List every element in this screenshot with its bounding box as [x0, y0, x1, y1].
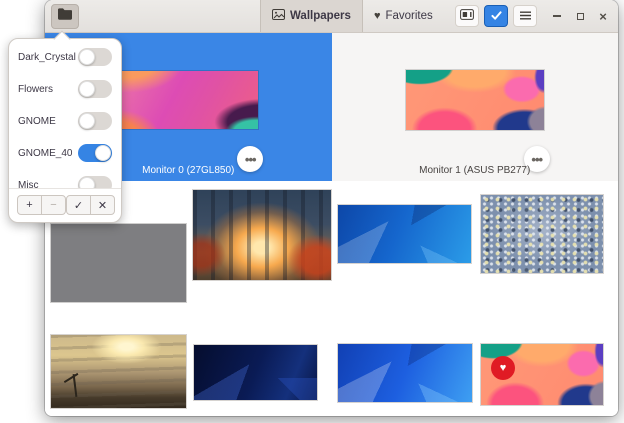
collection-label: Flowers [18, 84, 53, 95]
screenshot-stage: Wallpapers ♥ Favorites [0, 0, 624, 423]
tab-wallpapers[interactable]: Wallpapers [260, 0, 363, 32]
tab-wallpapers-label: Wallpapers [290, 10, 351, 22]
wallpaper-thumbnail-snowy-forest-aerial[interactable] [480, 194, 604, 274]
collection-label: GNOME_40 [18, 148, 72, 159]
display-icon [460, 7, 474, 25]
menu-button[interactable] [513, 5, 537, 27]
confirm-cancel-group: ✓ ✕ [66, 195, 115, 215]
collections-popover: Dark_Crystal Flowers GNOME GNOME_40 Misc [8, 38, 122, 223]
wallpaper-thumbnail-golden-sunset[interactable] [50, 334, 187, 409]
collection-toggle[interactable] [78, 176, 112, 188]
maximize-button[interactable] [574, 10, 586, 22]
collection-toggle[interactable] [78, 144, 112, 162]
monitors-row: ••• Monitor 0 (27GL850) ••• Monitor 1 (A… [45, 33, 618, 181]
close-button[interactable]: × [597, 10, 609, 22]
app-window: Wallpapers ♥ Favorites [45, 0, 618, 416]
displays-button[interactable] [455, 5, 479, 27]
collections-folder-button[interactable] [51, 4, 79, 29]
wallpaper-thumbnail-blue-geometric[interactable] [337, 204, 472, 264]
remove-collection-button[interactable]: − [41, 195, 66, 215]
wallpaper-thumbnail-autumn-forest[interactable] [192, 189, 332, 281]
confirm-button[interactable]: ✓ [66, 195, 91, 215]
monitor-1-cell[interactable]: ••• Monitor 1 (ASUS PB277) [332, 33, 619, 181]
collection-row: GNOME [18, 105, 112, 137]
close-icon: × [599, 10, 607, 23]
collection-row: Misc [18, 169, 112, 188]
add-remove-group: + − [17, 195, 66, 215]
view-switcher: Wallpapers ♥ Favorites [260, 0, 444, 32]
headerbar-actions: × [455, 5, 618, 27]
collection-toggle[interactable] [78, 48, 112, 66]
collection-row: Dark_Crystal [18, 41, 112, 73]
menu-icon [520, 7, 531, 25]
favorite-badge: ♥ [491, 356, 515, 380]
wallpaper-thumbnail-dark-navy-geometric[interactable] [193, 344, 318, 401]
monitor-0-wallpaper-preview [118, 71, 258, 129]
collection-label: Misc [18, 180, 39, 189]
folder-icon [58, 7, 72, 25]
image-icon [272, 9, 285, 23]
wallpaper-thumbnail-royal-blue-geometric[interactable] [337, 343, 473, 403]
wallpaper-thumbnail-gray-placeholder[interactable] [50, 223, 187, 303]
maximize-icon [577, 13, 584, 20]
check-icon [491, 7, 502, 25]
collections-actions: + − ✓ ✕ [9, 188, 121, 222]
collection-toggle[interactable] [78, 80, 112, 98]
wallpaper-thumbnail-gnome-colorful[interactable]: ♥ [480, 343, 604, 406]
collections-list: Dark_Crystal Flowers GNOME GNOME_40 Misc [9, 39, 121, 188]
monitor-1-wallpaper-preview [406, 70, 544, 130]
collection-label: Dark_Crystal [18, 52, 76, 63]
collection-row: Flowers [18, 73, 112, 105]
add-collection-button[interactable]: + [17, 195, 42, 215]
heart-icon: ♥ [500, 363, 507, 374]
monitor-1-label: Monitor 1 (ASUS PB277) [332, 165, 619, 176]
tab-favorites[interactable]: ♥ Favorites [363, 0, 444, 32]
collection-toggle[interactable] [78, 112, 112, 130]
heart-icon: ♥ [374, 11, 381, 22]
wallpaper-grid: ♥ [45, 181, 618, 416]
tab-favorites-label: Favorites [385, 10, 432, 22]
headerbar: Wallpapers ♥ Favorites [45, 0, 618, 33]
window-controls: × [551, 10, 609, 22]
minimize-icon [553, 15, 561, 17]
cancel-button[interactable]: ✕ [90, 195, 115, 215]
collection-label: GNOME [18, 116, 56, 127]
apply-button[interactable] [484, 5, 508, 27]
minimize-button[interactable] [551, 10, 563, 22]
collection-row: GNOME_40 [18, 137, 112, 169]
